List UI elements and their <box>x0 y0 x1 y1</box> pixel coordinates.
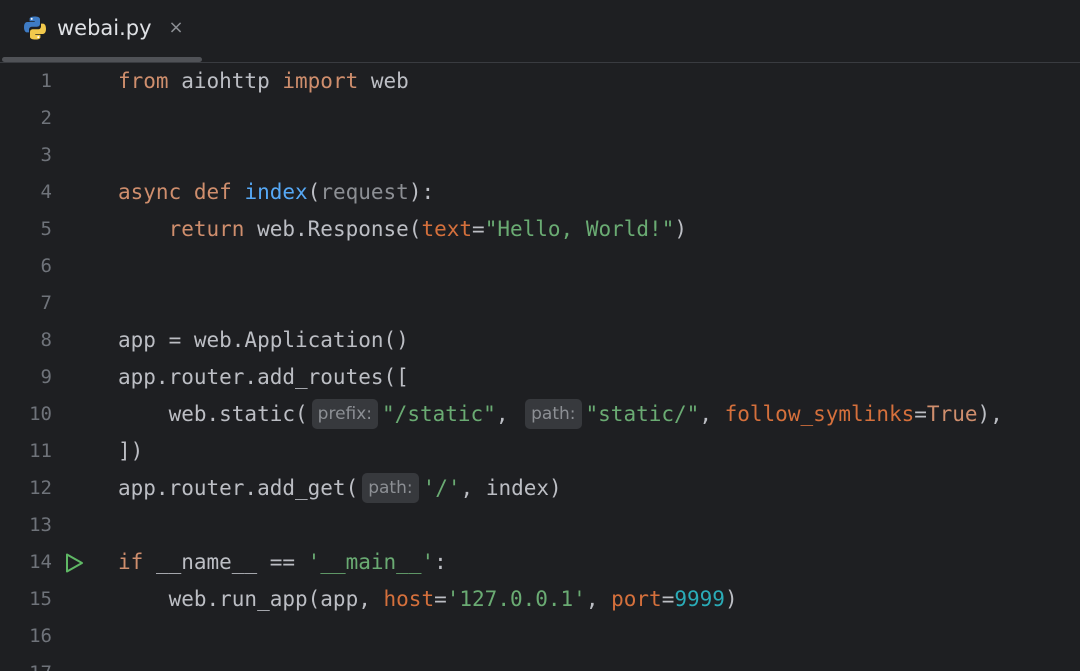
code-line[interactable]: 3 <box>0 137 1080 174</box>
line-number: 12 <box>29 477 52 499</box>
code-token: , <box>585 587 612 611</box>
code-text: web.run_app(app, host='127.0.0.1', port=… <box>118 581 738 618</box>
line-number: 15 <box>29 588 52 610</box>
code-text: async def index(request): <box>118 174 434 211</box>
line-number: 8 <box>40 329 52 351</box>
code-token: web.static( <box>118 402 308 426</box>
code-token: app = web.Application() <box>118 328 409 352</box>
code-token: , <box>495 402 522 426</box>
code-line[interactable]: 11]) <box>0 433 1080 470</box>
code-line[interactable]: 10 web.static(prefix: "/static", path: "st… <box>0 396 1080 433</box>
code-token: port <box>611 587 662 611</box>
code-token: index <box>244 180 308 204</box>
line-number: 7 <box>40 292 52 314</box>
code-text: web.static(prefix: "/static", path: "stati… <box>118 396 1003 433</box>
code-line[interactable]: 14 if __name__ == '__main__': <box>0 544 1080 581</box>
code-token: "static/" <box>585 402 700 426</box>
code-token: = <box>472 217 485 241</box>
file-tab[interactable]: webai.py × <box>0 0 204 62</box>
code-token: host <box>383 587 435 611</box>
code-token: ) <box>724 587 738 611</box>
line-number: 10 <box>29 403 52 425</box>
code-token: '__main__' <box>307 550 435 574</box>
code-token: "Hello, World!" <box>484 217 675 241</box>
code-token: text <box>421 217 473 241</box>
code-line[interactable]: 6 <box>0 248 1080 285</box>
code-token: = <box>914 402 927 426</box>
code-token: aiohttp <box>168 69 283 93</box>
code-line[interactable]: 1 from aiohttp import web <box>0 63 1080 100</box>
code-line[interactable]: 7 <box>0 285 1080 322</box>
code-token: 9999 <box>674 587 725 611</box>
code-token: web.Response( <box>244 217 422 241</box>
line-number: 13 <box>29 514 52 536</box>
code-text: if __name__ == '__main__': <box>118 544 447 581</box>
code-text: return web.Response(text="Hello, World!"… <box>118 211 687 248</box>
code-token: "/static" <box>382 402 496 426</box>
code-line[interactable]: 12 app.router.add_get(path: '/', index) <box>0 470 1080 507</box>
code-token: : <box>434 550 447 574</box>
code-token: web <box>358 69 409 93</box>
code-token: ) <box>674 217 687 241</box>
line-number: 6 <box>40 255 52 277</box>
code-text: app.router.add_routes([ <box>118 359 409 396</box>
parameter-hint: prefix: <box>311 399 379 429</box>
tab-title: webai.py <box>57 16 152 40</box>
code-token: if <box>118 550 144 574</box>
code-token: , <box>699 402 725 426</box>
code-token: __name__ == <box>143 550 308 574</box>
code-token: request <box>320 180 409 204</box>
code-text: app = web.Application() <box>118 322 409 359</box>
code-line[interactable]: 13 <box>0 507 1080 544</box>
line-number: 9 <box>40 366 52 388</box>
code-token: ]) <box>118 439 144 463</box>
code-text: from aiohttp import web <box>118 63 409 100</box>
code-token: , index) <box>460 476 562 500</box>
line-number: 1 <box>40 70 52 92</box>
code-token: web.run_app(app, <box>118 587 384 611</box>
line-number: 14 <box>29 551 52 573</box>
code-token: follow_symlinks <box>724 402 915 426</box>
code-line[interactable]: 2 <box>0 100 1080 137</box>
run-icon[interactable] <box>63 552 85 574</box>
code-token: ): <box>408 180 435 204</box>
code-token: async def <box>118 180 245 204</box>
parameter-hint: path: <box>362 473 419 503</box>
editor-tab-bar: webai.py × <box>0 0 1080 62</box>
code-line[interactable]: 4 async def index(request): <box>0 174 1080 211</box>
code-token: '/' <box>422 476 461 500</box>
code-area[interactable]: 1 from aiohttp import web 2 3 4 async def ind… <box>0 63 1080 671</box>
code-token: ), <box>977 402 1003 426</box>
line-number: 2 <box>40 107 52 129</box>
code-token: app.router.add_routes([ <box>118 365 409 389</box>
code-editor: webai.py × 1 from aiohttp import web 2 3 4 as… <box>0 0 1080 671</box>
code-token: True <box>926 402 978 426</box>
line-number: 3 <box>40 144 52 166</box>
close-icon[interactable]: × <box>166 15 186 41</box>
code-text: ]) <box>118 433 143 470</box>
parameter-hint: path: <box>525 399 582 429</box>
line-number: 16 <box>29 625 52 647</box>
code-token: return <box>168 217 245 241</box>
code-text: app.router.add_get(path: '/', index) <box>118 470 562 507</box>
line-number: 4 <box>40 181 52 203</box>
code-line[interactable]: 8 app = web.Application() <box>0 322 1080 359</box>
line-number: 11 <box>29 440 52 462</box>
code-line[interactable]: 17 <box>0 655 1080 671</box>
line-number: 5 <box>40 218 52 240</box>
python-file-icon <box>22 15 48 41</box>
code-token: app.router.add_get( <box>118 476 359 500</box>
code-line[interactable]: 5 return web.Response(text="Hello, World… <box>0 211 1080 248</box>
code-line[interactable]: 16 <box>0 618 1080 655</box>
line-number: 17 <box>0 655 52 671</box>
code-token: = <box>661 587 675 611</box>
code-token: import <box>282 69 359 93</box>
code-token: from <box>118 69 169 93</box>
code-token: '127.0.0.1' <box>446 587 586 611</box>
code-line[interactable]: 9 app.router.add_routes([ <box>0 359 1080 396</box>
code-line[interactable]: 15 web.run_app(app, host='127.0.0.1', po… <box>0 581 1080 618</box>
code-token: = <box>434 587 447 611</box>
code-token: ( <box>307 180 321 204</box>
